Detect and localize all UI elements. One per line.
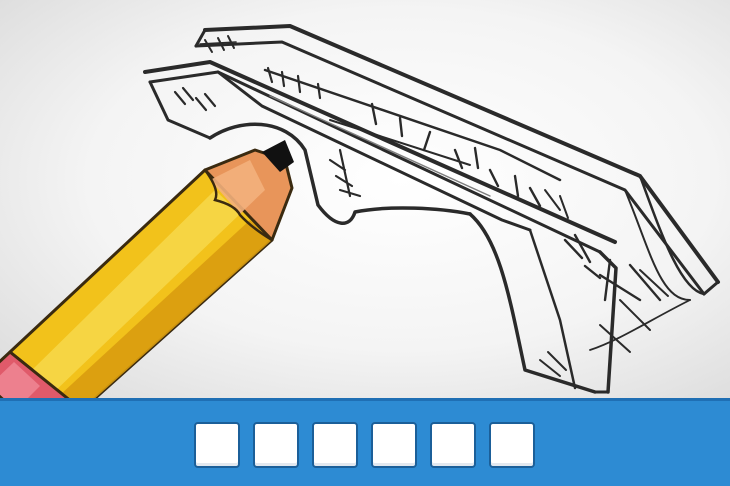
answer-slot-3[interactable]: [312, 422, 358, 468]
answer-slot-4[interactable]: [371, 422, 417, 468]
puzzle-picture: [0, 0, 730, 398]
game-screen: [0, 0, 730, 486]
pencil-icon: [0, 140, 294, 398]
answer-slot-2[interactable]: [253, 422, 299, 468]
answer-slot-5[interactable]: [430, 422, 476, 468]
answer-slot-6[interactable]: [489, 422, 535, 468]
answer-slot-1[interactable]: [194, 422, 240, 468]
answer-slots: [194, 422, 535, 468]
answer-bar: [0, 398, 730, 486]
bridge-drawing-illustration: [0, 24, 720, 398]
